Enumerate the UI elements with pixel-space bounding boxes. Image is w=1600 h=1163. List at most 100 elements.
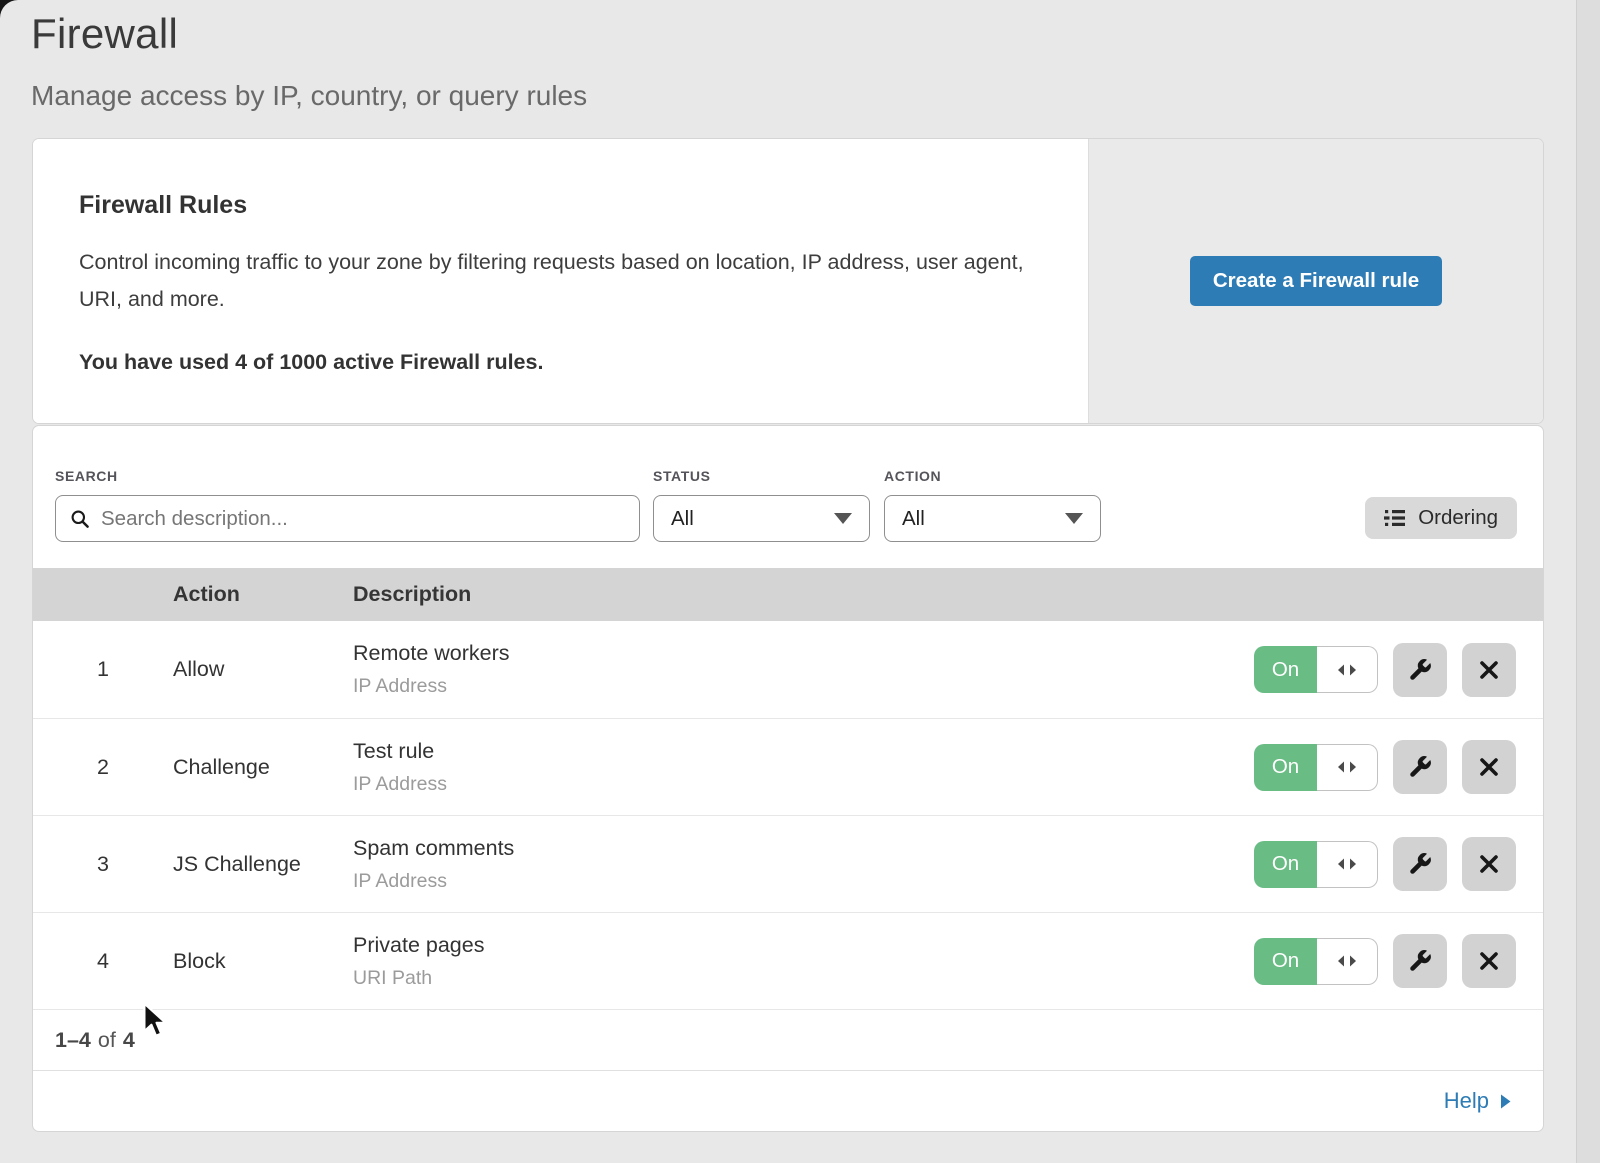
edit-rule-button[interactable]: [1393, 740, 1447, 794]
rule-enabled-toggle[interactable]: On: [1254, 744, 1378, 791]
pagination-range: 1–4: [55, 1028, 91, 1053]
search-icon: [70, 509, 90, 529]
delete-rule-button[interactable]: [1462, 837, 1516, 891]
search-box[interactable]: [55, 495, 640, 542]
create-firewall-rule-button[interactable]: Create a Firewall rule: [1190, 256, 1442, 306]
card-heading: Firewall Rules: [79, 191, 1028, 220]
rule-description-cell: Remote workers IP Address: [353, 641, 1254, 698]
rule-controls: On: [1254, 643, 1543, 697]
wrench-icon: [1407, 754, 1433, 780]
chevron-down-icon: [1065, 513, 1083, 524]
ordered-list-icon: [1384, 509, 1406, 527]
toggle-handle-segment[interactable]: [1317, 646, 1378, 693]
rules-list-card: SEARCH STATUS All A: [33, 426, 1543, 1131]
rule-match-type: URI Path: [353, 967, 1254, 990]
status-selected-value: All: [671, 507, 694, 531]
delete-rule-button[interactable]: [1462, 934, 1516, 988]
action-label: ACTION: [884, 468, 1101, 484]
wrench-icon: [1407, 657, 1433, 683]
rule-priority: 4: [33, 949, 173, 974]
left-right-arrows-icon: [1336, 760, 1358, 774]
right-triangle-icon: [1499, 1093, 1512, 1110]
close-icon: [1477, 949, 1501, 973]
help-link-label: Help: [1444, 1088, 1489, 1114]
rule-description-cell: Test rule IP Address: [353, 739, 1254, 796]
rule-match-type: IP Address: [353, 870, 1254, 893]
rule-match-type: IP Address: [353, 773, 1254, 796]
wrench-icon: [1407, 851, 1433, 877]
toggle-on-segment[interactable]: On: [1254, 646, 1317, 693]
close-icon: [1477, 658, 1501, 682]
rule-controls: On: [1254, 837, 1543, 891]
rule-action: Challenge: [173, 755, 353, 780]
left-right-arrows-icon: [1336, 663, 1358, 677]
rules-table-body: 1 Allow Remote workers IP Address On: [33, 621, 1543, 1009]
wrench-icon: [1407, 948, 1433, 974]
delete-rule-button[interactable]: [1462, 740, 1516, 794]
rule-controls: On: [1254, 740, 1543, 794]
table-row: 2 Challenge Test rule IP Address On: [33, 718, 1543, 815]
table-row: 3 JS Challenge Spam comments IP Address …: [33, 815, 1543, 912]
table-row: 4 Block Private pages URI Path On: [33, 912, 1543, 1009]
pagination-total: 4: [123, 1028, 135, 1053]
card-footer: Help: [33, 1070, 1543, 1131]
rule-priority: 1: [33, 657, 173, 682]
rule-enabled-toggle[interactable]: On: [1254, 646, 1378, 693]
card-description: Control incoming traffic to your zone by…: [79, 244, 1028, 317]
rule-description: Test rule: [353, 739, 1254, 764]
search-label: SEARCH: [55, 468, 640, 484]
filter-bar: SEARCH STATUS All A: [33, 426, 1543, 568]
rule-priority: 2: [33, 755, 173, 780]
rule-description-cell: Spam comments IP Address: [353, 836, 1254, 893]
help-link[interactable]: Help: [1444, 1088, 1512, 1114]
left-right-arrows-icon: [1336, 857, 1358, 871]
toggle-on-segment[interactable]: On: [1254, 841, 1317, 888]
search-group: SEARCH: [55, 468, 640, 542]
action-select[interactable]: All: [884, 495, 1101, 542]
pagination-of: of: [98, 1028, 116, 1053]
action-group: ACTION All: [884, 468, 1101, 542]
left-right-arrows-icon: [1336, 954, 1358, 968]
rule-description: Spam comments: [353, 836, 1254, 861]
rule-match-type: IP Address: [353, 675, 1254, 698]
rule-description: Remote workers: [353, 641, 1254, 666]
firewall-rules-card: Firewall Rules Control incoming traffic …: [33, 139, 1543, 423]
edit-rule-button[interactable]: [1393, 643, 1447, 697]
status-select[interactable]: All: [653, 495, 870, 542]
delete-rule-button[interactable]: [1462, 643, 1516, 697]
pagination-bar: 1–4 of 4: [33, 1009, 1543, 1070]
ordering-button[interactable]: Ordering: [1365, 497, 1517, 539]
toggle-handle-segment[interactable]: [1317, 938, 1378, 985]
firewall-rules-card-text: Firewall Rules Control incoming traffic …: [33, 139, 1088, 423]
rule-action: Allow: [173, 657, 353, 682]
rule-action: Block: [173, 949, 353, 974]
page-header: Firewall Manage access by IP, country, o…: [0, 0, 1600, 112]
description-column-header: Description: [353, 582, 1543, 607]
toggle-on-segment[interactable]: On: [1254, 744, 1317, 791]
toggle-on-segment[interactable]: On: [1254, 938, 1317, 985]
rule-enabled-toggle[interactable]: On: [1254, 841, 1378, 888]
search-input[interactable]: [101, 507, 625, 531]
rule-enabled-toggle[interactable]: On: [1254, 938, 1378, 985]
ordering-button-label: Ordering: [1418, 506, 1498, 530]
screen: Firewall Manage access by IP, country, o…: [0, 0, 1600, 1163]
page-subtitle: Manage access by IP, country, or query r…: [31, 80, 1600, 112]
table-header: Action Description: [33, 568, 1543, 621]
rule-description: Private pages: [353, 933, 1254, 958]
rule-description-cell: Private pages URI Path: [353, 933, 1254, 990]
chevron-down-icon: [834, 513, 852, 524]
close-icon: [1477, 755, 1501, 779]
status-group: STATUS All: [653, 468, 870, 542]
firewall-page: Firewall Manage access by IP, country, o…: [0, 0, 1600, 1163]
action-selected-value: All: [902, 507, 925, 531]
edit-rule-button[interactable]: [1393, 837, 1447, 891]
edit-rule-button[interactable]: [1393, 934, 1447, 988]
right-edge-shade: [1576, 0, 1600, 1163]
close-icon: [1477, 852, 1501, 876]
toggle-handle-segment[interactable]: [1317, 744, 1378, 791]
page-title: Firewall: [31, 10, 1600, 58]
action-column-header: Action: [173, 582, 353, 607]
toggle-handle-segment[interactable]: [1317, 841, 1378, 888]
create-rule-panel: Create a Firewall rule: [1088, 139, 1543, 423]
table-row: 1 Allow Remote workers IP Address On: [33, 621, 1543, 718]
